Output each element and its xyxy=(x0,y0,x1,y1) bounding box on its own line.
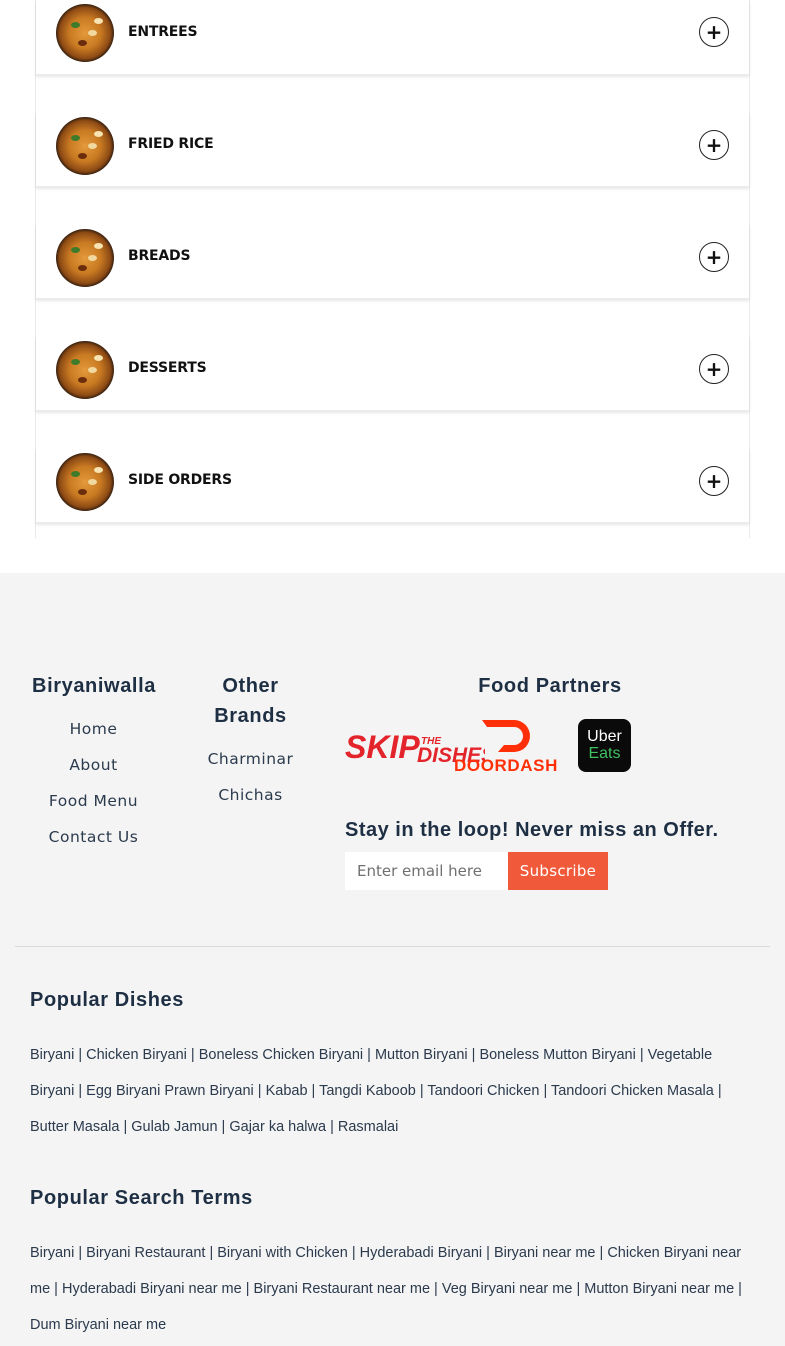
popular-search-list[interactable]: Biryani | Biryani Restaurant | Biryani w… xyxy=(30,1235,760,1343)
popular-search-title: Popular Search Terms xyxy=(30,1187,253,1209)
footer-link-charminar[interactable]: Charminar xyxy=(190,750,311,768)
plus-circle-icon[interactable]: + xyxy=(699,130,729,160)
plus-circle-icon[interactable]: + xyxy=(699,17,729,47)
menu-category-side-orders[interactable]: SIDE ORDERS + xyxy=(36,448,749,523)
footer-other-brands-title-line2: Brands xyxy=(214,705,287,727)
doordash-mark-icon xyxy=(482,720,530,752)
menu-section: ENTREES + FRIED RICE + BREADS + DESSERTS… xyxy=(0,0,785,573)
subscribe-button[interactable]: Subscribe xyxy=(508,852,608,890)
menu-category-label: BREADS xyxy=(128,248,191,264)
footer-link-about[interactable]: About xyxy=(30,756,157,774)
newsletter-title: Stay in the loop! Never miss an Offer. xyxy=(345,819,719,841)
doordash-logo-text: DOORDASH xyxy=(454,756,558,774)
ubereats-logo[interactable]: Uber Eats xyxy=(578,719,631,772)
plus-circle-icon[interactable]: + xyxy=(699,354,729,384)
menu-category-entrees[interactable]: ENTREES + xyxy=(36,0,749,75)
skip-logo-text: SKIP xyxy=(345,729,420,765)
breads-thumbnail xyxy=(56,229,114,287)
plus-circle-icon[interactable]: + xyxy=(699,466,729,496)
menu-category-desserts[interactable]: DESSERTS + xyxy=(36,336,749,411)
plus-circle-icon[interactable]: + xyxy=(699,242,729,272)
footer-link-home[interactable]: Home xyxy=(30,720,157,738)
popular-dishes-title: Popular Dishes xyxy=(30,989,184,1011)
newsletter-email-input[interactable] xyxy=(345,852,508,890)
fried-rice-thumbnail xyxy=(56,117,114,175)
footer-partners-title: Food Partners xyxy=(478,675,622,697)
uber-logo-line1: Uber xyxy=(587,728,622,745)
menu-category-label: DESSERTS xyxy=(128,360,207,376)
footer-divider xyxy=(15,946,770,947)
menu-category-label: ENTREES xyxy=(128,24,198,40)
uber-logo-line2: Eats xyxy=(588,745,621,762)
footer-link-chichas[interactable]: Chichas xyxy=(190,786,311,804)
menu-category-label: SIDE ORDERS xyxy=(128,472,232,488)
site-footer: Biryaniwalla Home About Food Menu Contac… xyxy=(0,573,785,1346)
doordash-logo[interactable]: DOORDASH xyxy=(454,718,564,775)
footer-link-food-menu[interactable]: Food Menu xyxy=(30,792,157,810)
menu-category-fried-rice[interactable]: FRIED RICE + xyxy=(36,112,749,187)
side-orders-thumbnail xyxy=(56,453,114,511)
entrees-thumbnail xyxy=(56,4,114,62)
menu-category-breads[interactable]: BREADS + xyxy=(36,224,749,299)
footer-link-contact-us[interactable]: Contact Us xyxy=(30,828,157,846)
footer-brand-title: Biryaniwalla xyxy=(32,675,156,697)
desserts-thumbnail xyxy=(56,341,114,399)
menu-category-label: FRIED RICE xyxy=(128,136,214,152)
footer-other-brands-title-line1: Other xyxy=(222,675,279,697)
popular-dishes-list[interactable]: Biryani | Chicken Biryani | Boneless Chi… xyxy=(30,1037,760,1145)
